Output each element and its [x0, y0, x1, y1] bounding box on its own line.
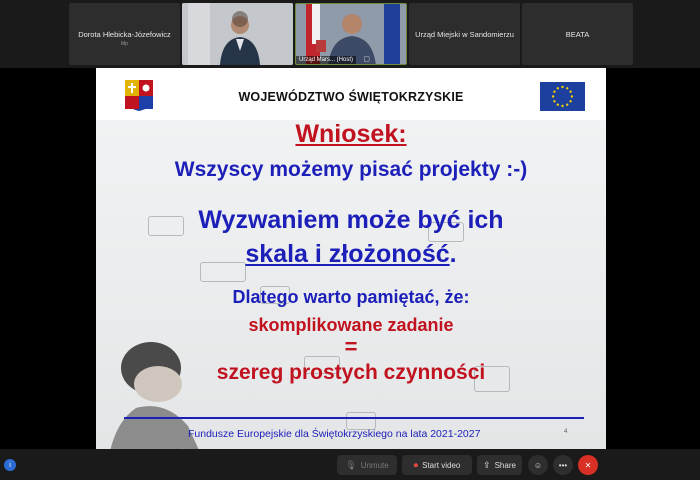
shared-screen-area: WOJEWÓDZTWO ŚWIĘTOKRZYSKIE Wniosek: Wszy… [0, 68, 700, 449]
slide-line-scale-underlined: skala i złożoność [245, 240, 450, 268]
reactions-button[interactable]: ☺ [528, 455, 548, 475]
slide-header-title: WOJEWÓDZTWO ŚWIĘTOKRZYSKIE [238, 90, 464, 104]
meeting-info-icon[interactable]: i [4, 459, 16, 471]
start-video-label: Start video [422, 460, 461, 470]
participant-name: Urząd Mars... (Host) [296, 56, 357, 64]
more-icon: ••• [558, 460, 568, 470]
slide-line-scale-period: . [449, 240, 457, 268]
more-options-button[interactable]: ••• [553, 455, 573, 475]
share-button[interactable]: ⇪ Share [477, 455, 522, 475]
slide-line-simple-actions: szereg prostych czynności [216, 361, 486, 384]
slide-footer-text: Fundusze Europejskie dla Świętokrzyskieg… [188, 428, 481, 440]
slide-equals-sign: = [344, 334, 358, 359]
share-icon: ⇪ [483, 459, 491, 470]
participant-tile-host[interactable]: Urząd Mars... (Host) ▢ [295, 3, 407, 65]
participant-name: Dorota Hlebicka-Józefowicz [78, 30, 171, 39]
unmute-label: Unmute [360, 460, 389, 470]
leave-meeting-button[interactable]: ✕ [578, 455, 598, 475]
slide-heading-conclusion: Wniosek: [295, 120, 407, 148]
start-video-button[interactable]: ⏺ Start video [402, 455, 472, 475]
slide-line-challenge: Wyzwaniem może być ich [198, 206, 504, 234]
video-off-icon: ⏺ [413, 459, 419, 470]
smile-icon: ☺ [533, 460, 543, 470]
participant-video-icon [182, 3, 293, 65]
slide-line-scale: skala i złożoność. [96, 240, 606, 269]
microphone-muted-icon: 🎙 [345, 459, 357, 470]
slide-line-projects: Wszyscy możemy pisać projekty :-) [174, 158, 528, 181]
slide-footer-divider [124, 417, 584, 419]
participant-tile-video[interactable] [182, 3, 293, 65]
close-icon: ✕ [584, 460, 592, 470]
slide-line-complex-task: skomplikowane zadanie [248, 315, 454, 335]
meeting-toolbar: i 🎙 Unmute ⏺ Start video ⇪ Share ☺ ••• ✕ [0, 449, 700, 480]
unmute-button[interactable]: 🎙 Unmute [337, 455, 397, 475]
participant-tile-dorota[interactable]: Dorota Hlebicka-Józefowicz Mp [69, 3, 180, 65]
eu-flag-icon [540, 82, 585, 111]
slide-line-remember: Dlatego warto pamiętać, że: [232, 287, 470, 307]
participant-subtitle: Mp [121, 41, 128, 47]
mute-status-icon: ▢ [363, 56, 370, 63]
participant-gallery: Dorota Hlebicka-Józefowicz Mp Urząd Mars… [0, 0, 700, 68]
participant-name: Urząd Miejski w Sandomierzu [415, 30, 514, 39]
participant-name: BEATA [565, 30, 590, 39]
participant-tile-beata[interactable]: BEATA [522, 3, 633, 65]
slide-header: WOJEWÓDZTWO ŚWIĘTOKRZYSKIE [96, 68, 606, 120]
participant-tile-sandomierz[interactable]: Urząd Miejski w Sandomierzu [409, 3, 520, 65]
presentation-slide: WOJEWÓDZTWO ŚWIĘTOKRZYSKIE Wniosek: Wszy… [96, 68, 606, 449]
share-label: Share [494, 460, 516, 470]
slide-page-number: 4 [564, 429, 568, 435]
